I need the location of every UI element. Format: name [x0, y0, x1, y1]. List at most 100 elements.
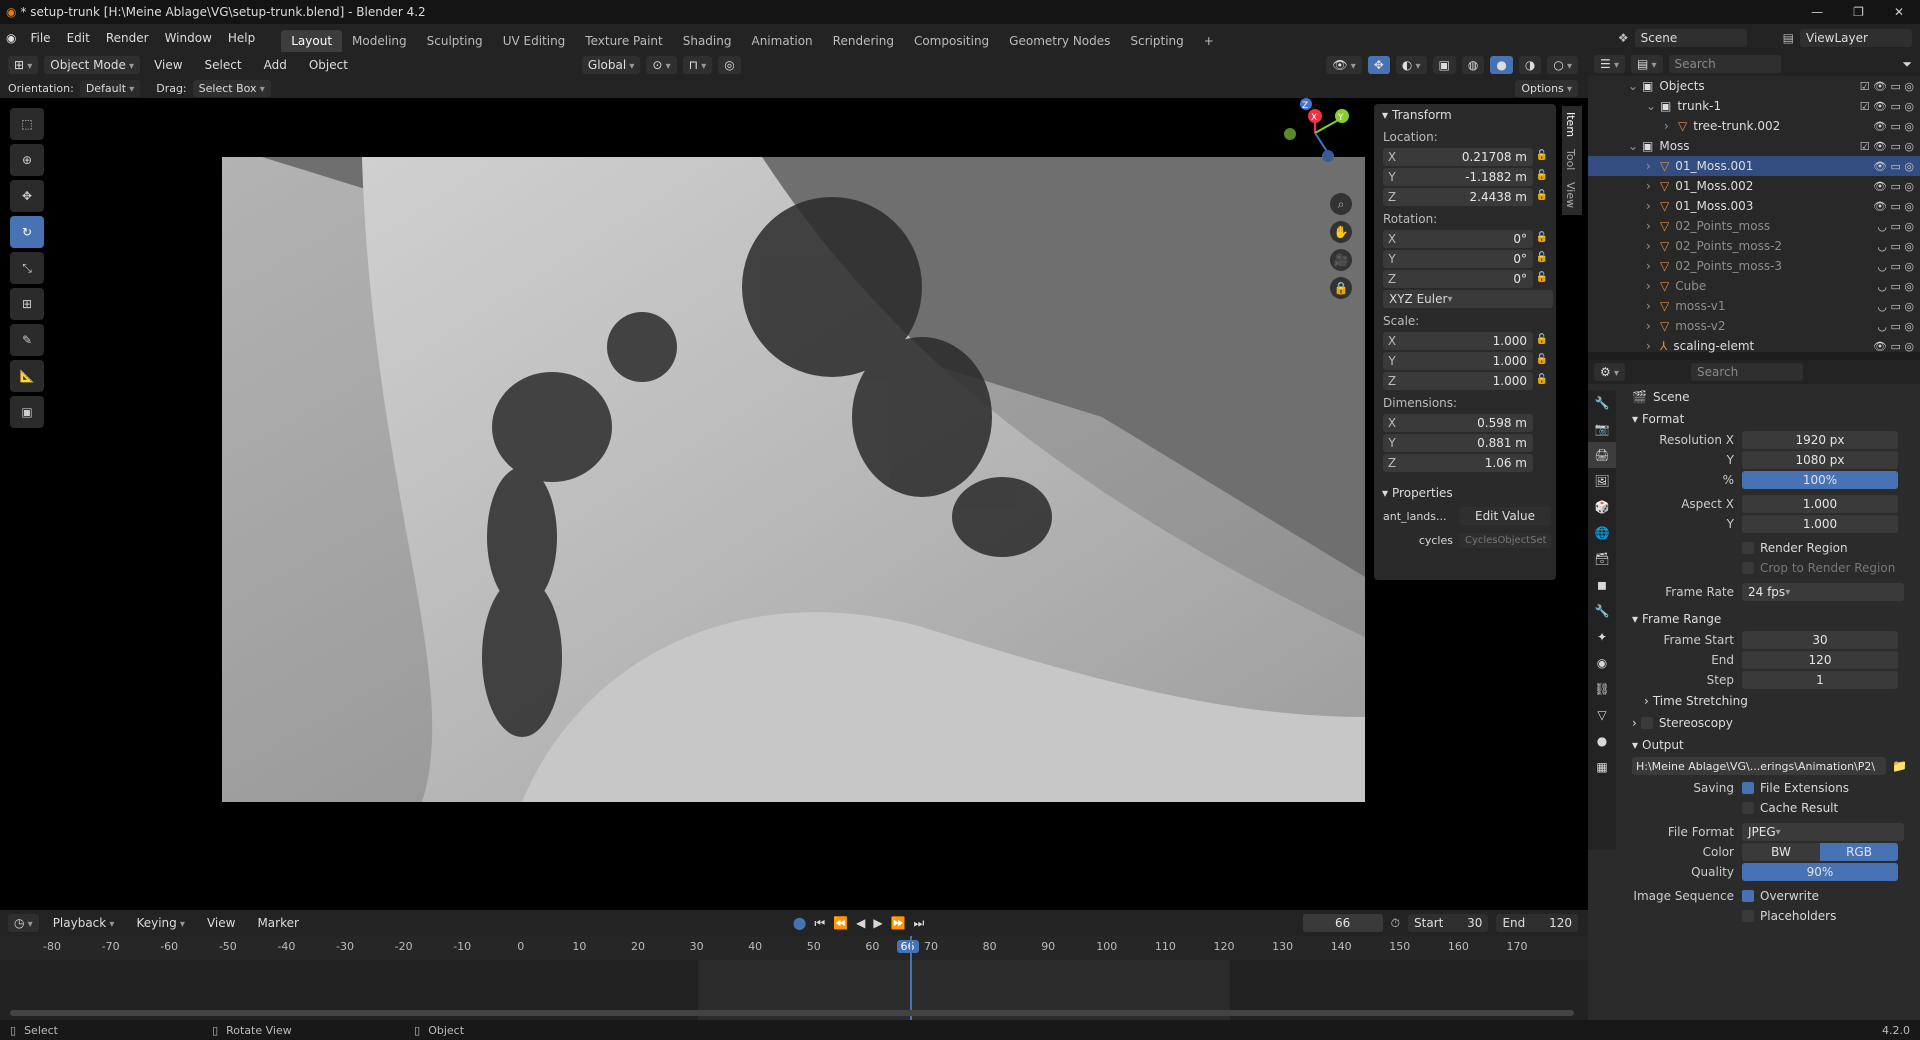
timeline-editor-icon[interactable]: ◷ — [8, 914, 39, 932]
restore-icon[interactable]: ❐ — [1853, 5, 1864, 19]
menu-file[interactable]: File — [22, 31, 58, 45]
expand-icon[interactable]: › — [1646, 319, 1660, 333]
output-path-field[interactable]: H:\Meine Ablage\VG\...erings\Animation\P… — [1632, 757, 1886, 775]
zoom-icon[interactable]: ⌕ — [1330, 193, 1352, 215]
expand-icon[interactable]: ⌄ — [1628, 79, 1642, 93]
move-icon[interactable]: ✥ — [10, 180, 44, 212]
outliner-row[interactable]: ⌄ ▣ Objects ☑ 👁 ▭ ◎ — [1588, 76, 1920, 96]
close-icon[interactable]: ✕ — [1894, 5, 1904, 19]
rotation-z-field[interactable]: Z 0° — [1383, 270, 1533, 288]
particles-tab-icon[interactable]: ✦ — [1588, 624, 1616, 650]
stereoscopy-checkbox[interactable] — [1640, 717, 1653, 729]
timeline-ruler[interactable]: -80 -70 -60 -50 -40 -30 -20 -10 0 10 20 30 40 50 60 66 7… — [0, 936, 1588, 960]
visibility-toggles[interactable]: ◡ ▭ ◎ — [1877, 320, 1914, 333]
transform-orientation-selector[interactable]: Global — [581, 56, 641, 74]
aspect-x-field[interactable]: 1.000 — [1742, 495, 1898, 513]
stereoscopy-section-header[interactable]: › Stereoscopy — [1624, 712, 1914, 734]
frame-end-field[interactable]: End 120 — [1496, 914, 1578, 932]
expand-icon[interactable]: › — [1646, 339, 1660, 353]
frame-start-field[interactable]: 30 — [1742, 631, 1898, 649]
drag-selector[interactable]: Select Box — [192, 79, 271, 97]
resolution-y-field[interactable]: 1080 px — [1742, 451, 1898, 469]
scene-selector[interactable]: Scene — [1634, 29, 1747, 47]
timeline-menu-keying[interactable]: Keying — [128, 916, 193, 930]
format-section-header[interactable]: ▾ Format — [1624, 408, 1914, 430]
properties-search-input[interactable]: Search — [1690, 363, 1803, 381]
quality-slider[interactable]: 90% — [1742, 863, 1898, 881]
outliner-row[interactable]: ⌄ ▣ Moss ☑ 👁 ▭ ◎ — [1588, 136, 1920, 156]
timeline-menu-view[interactable]: View — [199, 916, 243, 930]
physics-tab-icon[interactable]: ◉ — [1588, 650, 1616, 676]
frame-start-field[interactable]: Start 30 — [1408, 914, 1489, 932]
pivot-point-icon[interactable]: ⊙ — [646, 56, 677, 74]
sidebar-tab-view[interactable]: View — [1562, 176, 1579, 214]
select-box-icon[interactable]: ⬚ — [10, 108, 44, 140]
lock-icon[interactable]: 🔓 — [1536, 374, 1548, 385]
timeline-track[interactable] — [0, 936, 1588, 1028]
menu-help[interactable]: Help — [220, 31, 263, 45]
visibility-toggles[interactable]: ◡ ▭ ◎ — [1877, 260, 1914, 273]
rotation-mode-selector[interactable]: XYZ Euler — [1383, 290, 1553, 308]
play-reverse-icon[interactable]: ◀ — [856, 916, 865, 930]
file-format-selector[interactable]: JPEG — [1742, 823, 1904, 841]
measure-icon[interactable]: 📐 — [10, 360, 44, 392]
tab-compositing[interactable]: Compositing — [904, 30, 999, 52]
snap-icon[interactable]: ⊓ — [682, 56, 713, 74]
outliner-row[interactable]: › ▽ Cube ◡ ▭ ◎ — [1588, 276, 1920, 296]
tab-geometry-nodes[interactable]: Geometry Nodes — [999, 30, 1120, 52]
scale-y-field[interactable]: Y 1.000 — [1383, 352, 1533, 370]
scale-x-field[interactable]: X 1.000 — [1383, 332, 1533, 350]
outliner-row[interactable]: › ⅄ scaling-elemt 👁 ▭ ◎ — [1588, 336, 1920, 356]
transform-section-header[interactable]: ▾ Transform — [1374, 104, 1556, 126]
expand-icon[interactable]: › — [1646, 179, 1660, 193]
lock-icon[interactable]: 🔓 — [1536, 150, 1548, 161]
visibility-toggles[interactable]: 👁 ▭ ◎ — [1873, 160, 1914, 173]
output-section-header[interactable]: ▾ Output — [1624, 734, 1914, 756]
visibility-toggles[interactable]: ☑ 👁 ▭ ◎ — [1860, 140, 1914, 153]
timeline-scrollbar[interactable] — [10, 1010, 1574, 1016]
blender-menu-icon[interactable]: ◉ — [0, 31, 22, 45]
render-tab-icon[interactable]: 📷 — [1588, 416, 1616, 442]
xray-icon[interactable]: ▣ — [1432, 56, 1456, 74]
tab-layout[interactable]: Layout — [281, 30, 343, 52]
viewport-menu-add[interactable]: Add — [256, 58, 295, 72]
timeline-menu-marker[interactable]: Marker — [249, 916, 306, 930]
location-z-field[interactable]: Z 2.4438 m — [1383, 188, 1533, 206]
shading-solid-icon[interactable]: ● — [1490, 56, 1513, 74]
rotate-icon[interactable]: ↻ — [10, 216, 44, 248]
cache-result-checkbox[interactable] — [1742, 802, 1754, 814]
menu-window[interactable]: Window — [157, 31, 220, 45]
add-workspace-icon[interactable]: + — [1194, 30, 1224, 52]
jump-keyframe-back-icon[interactable]: ⏪ — [833, 916, 848, 930]
tool-tab-icon[interactable]: 🔧 — [1588, 390, 1616, 416]
orientation-selector[interactable]: Default — [79, 79, 141, 97]
current-frame-marker[interactable]: 66 — [896, 940, 919, 953]
frame-range-section-header[interactable]: ▾ Frame Range — [1624, 608, 1914, 630]
tab-scripting[interactable]: Scripting — [1120, 30, 1193, 52]
outliner-row[interactable]: › ▽ 02_Points_moss-2 ◡ ▭ ◎ — [1588, 236, 1920, 256]
jump-keyframe-forward-icon[interactable]: ⏩ — [891, 916, 906, 930]
world-tab-icon[interactable]: 🌐 — [1588, 520, 1616, 546]
play-icon[interactable]: ▶ — [873, 916, 882, 930]
frame-end-field[interactable]: 120 — [1742, 651, 1898, 669]
shading-rendered-icon[interactable]: ○ — [1547, 56, 1578, 74]
filter-icon[interactable]: ⏷ — [1902, 57, 1920, 72]
visibility-toggles[interactable]: 👁 ▭ ◎ — [1873, 120, 1914, 133]
properties-section-header[interactable]: ▾ Properties — [1374, 482, 1556, 504]
viewport-menu-view[interactable]: View — [146, 58, 190, 72]
crop-region-row[interactable]: Crop to Render Region — [1624, 558, 1914, 578]
expand-icon[interactable]: › — [1646, 279, 1660, 293]
outliner-row[interactable]: › ▽ tree-trunk.002 👁 ▭ ◎ — [1588, 116, 1920, 136]
shading-wireframe-icon[interactable]: ◍ — [1461, 56, 1485, 74]
lock-icon[interactable]: 🔓 — [1536, 170, 1548, 181]
view-layer-tab-icon[interactable]: 🖼 — [1588, 468, 1616, 494]
visibility-toggles[interactable]: ◡ ▭ ◎ — [1877, 240, 1914, 253]
expand-icon[interactable]: › — [1664, 119, 1678, 133]
pan-hand-icon[interactable]: ✋ — [1330, 221, 1352, 243]
dimensions-z-field[interactable]: Z 1.06 m — [1383, 454, 1533, 472]
expand-icon[interactable]: › — [1646, 159, 1660, 173]
lock-icon[interactable]: 🔓 — [1536, 272, 1548, 283]
rotation-y-field[interactable]: Y 0° — [1383, 250, 1533, 268]
scene-tab-icon[interactable]: 🎲 — [1588, 494, 1616, 520]
lock-icon[interactable]: 🔓 — [1536, 334, 1548, 345]
